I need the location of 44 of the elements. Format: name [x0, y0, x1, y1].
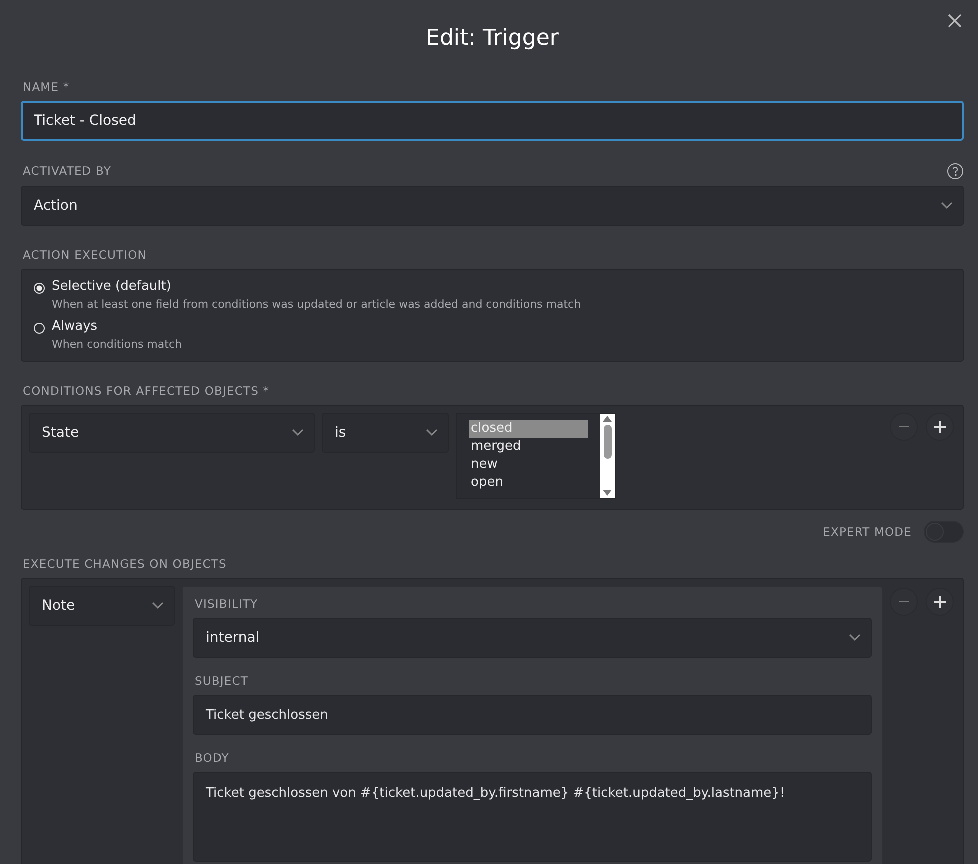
- dialog-title: Edit: Trigger: [426, 25, 559, 53]
- field-label: ACTION EXECUTION: [23, 248, 148, 262]
- field-label: VISIBILITY: [195, 597, 260, 611]
- option-label: Always: [52, 319, 99, 334]
- article-type-select[interactable]: Note: [29, 586, 175, 626]
- toggle-label: EXPERT MODE: [823, 525, 912, 539]
- subject-input[interactable]: Ticket geschlossen: [193, 695, 872, 735]
- field-label: CONDITIONS FOR AFFECTED OBJECTS *: [23, 384, 271, 398]
- minus-icon: [899, 601, 909, 603]
- field-label: SUBJECT: [195, 674, 250, 688]
- activated-by-select[interactable]: Action: [21, 186, 964, 226]
- field-label: ACTIVATED BY: [23, 164, 112, 178]
- radio-button[interactable]: [34, 283, 45, 294]
- plus-icon: [934, 421, 946, 433]
- option-description: When at least one field from conditions was updated or article was added and conditions match: [52, 298, 582, 311]
- chevron-down-icon: [849, 634, 861, 642]
- chevron-down-icon: [941, 202, 953, 210]
- chevron-down-icon: [426, 429, 438, 437]
- list-option[interactable]: new: [469, 456, 588, 474]
- scroll-up-icon[interactable]: [603, 416, 612, 422]
- scroll-thumb[interactable]: [604, 425, 612, 459]
- chevron-down-icon: [292, 429, 304, 437]
- list-option[interactable]: merged: [469, 438, 588, 456]
- value-listbox[interactable]: closed merged new open: [456, 413, 616, 499]
- body-textarea[interactable]: Ticket geschlossen von #{ticket.updated_by.firstname} #{ticket.updated_by.lastname}!: [193, 772, 872, 862]
- attribute-select[interactable]: State: [29, 413, 315, 453]
- add-button[interactable]: [926, 588, 954, 616]
- field-label: BODY: [195, 751, 230, 765]
- radio-button[interactable]: [34, 323, 45, 334]
- scrollbar[interactable]: [600, 414, 615, 498]
- add-button[interactable]: [926, 413, 954, 441]
- field-label: EXECUTE CHANGES ON OBJECTS: [23, 557, 228, 571]
- visibility-select[interactable]: internal: [193, 618, 872, 658]
- option-description: When conditions match: [52, 338, 182, 351]
- minus-icon: [899, 426, 909, 428]
- scroll-down-icon[interactable]: [603, 490, 612, 496]
- name-input[interactable]: Ticket - Closed: [21, 101, 964, 141]
- chevron-down-icon: [152, 602, 164, 610]
- plus-icon: [934, 596, 946, 608]
- operator-select[interactable]: is: [322, 413, 449, 453]
- list-option[interactable]: open: [469, 474, 588, 492]
- help-icon[interactable]: [947, 163, 964, 180]
- option-label: Selective (default): [52, 279, 172, 294]
- field-label: NAME *: [23, 80, 71, 94]
